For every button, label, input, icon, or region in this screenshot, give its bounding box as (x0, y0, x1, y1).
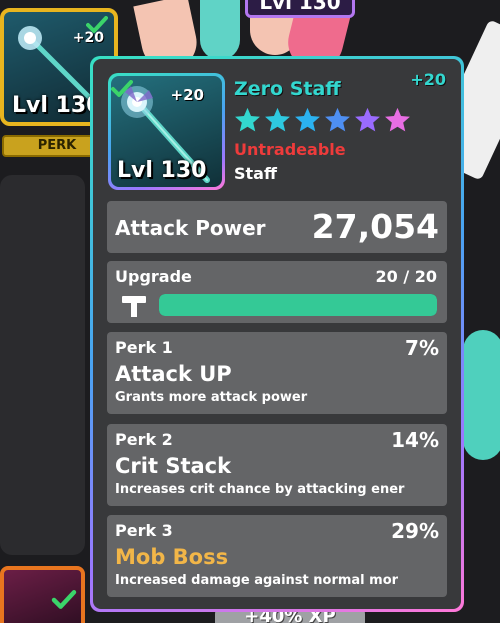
attack-power-value: 27,054 (311, 207, 439, 246)
item-icon-frame: +20 Lvl 130 (108, 73, 225, 190)
item-name: Zero Staff (234, 78, 341, 100)
perk-card: Perk 1 7% Attack UP Grants more attack p… (107, 332, 447, 414)
star-icon (325, 107, 350, 132)
item-tooltip-body: +20 Lvl 130 Zero Staff +20 Untradeable S… (93, 59, 461, 609)
perk-name: Mob Boss (115, 545, 229, 569)
background-slot-level: Lvl 130 (259, 0, 341, 14)
perk-description: Grants more attack power (115, 390, 308, 405)
upgrade-progress-text: 20 / 20 (375, 267, 437, 286)
star-icon (355, 107, 380, 132)
background-scenery (463, 330, 500, 460)
icon-level: Lvl 130 (117, 158, 207, 183)
star-icon (235, 107, 260, 132)
check-icon (51, 590, 77, 609)
upgrade-box: Upgrade 20 / 20 (107, 261, 447, 323)
check-icon (111, 80, 133, 97)
upgrade-progress-bar (159, 294, 437, 316)
icon-upgrade-badge: +20 (170, 86, 204, 104)
inventory-slot-bottom[interactable] (0, 566, 85, 623)
trade-status: Untradeable (234, 140, 346, 159)
star-icon (295, 107, 320, 132)
perk-card: Perk 3 29% Mob Boss Increased damage aga… (107, 515, 447, 597)
item-type: Staff (234, 164, 277, 183)
slot-upgrade-badge: +20 (72, 30, 104, 46)
slot-level: Lvl 130 (12, 93, 102, 118)
perk-name: Crit Stack (115, 454, 232, 478)
item-icon: +20 Lvl 130 (111, 76, 222, 187)
perk-name: Attack UP (115, 362, 232, 386)
hammer-icon (122, 296, 146, 317)
rarity-stars (233, 106, 412, 135)
perk-title: Perk 1 (115, 338, 173, 357)
background-item-slot-top[interactable]: Lvl 130 (245, 0, 355, 18)
perk-description: Increased damage against normal mor (115, 573, 399, 588)
perk-description: Increases crit chance by attacking ener (115, 482, 405, 497)
perk-title: Perk 2 (115, 430, 173, 449)
upgrade-progress-fill (159, 294, 437, 316)
background-scenery (0, 175, 85, 555)
item-tooltip: +20 Lvl 130 Zero Staff +20 Untradeable S… (90, 56, 464, 612)
star-icon (265, 107, 290, 132)
attack-power-box: Attack Power 27,054 (107, 201, 447, 253)
attack-power-label: Attack Power (115, 216, 266, 240)
perk-percent: 7% (405, 336, 439, 360)
background-character-ribbon (200, 0, 240, 60)
star-icon (385, 107, 410, 132)
upgrade-label: Upgrade (115, 267, 192, 286)
perk-percent: 29% (391, 519, 439, 543)
perk-title: Perk 3 (115, 521, 173, 540)
perk-card: Perk 2 14% Crit Stack Increases crit cha… (107, 424, 447, 506)
perk-percent: 14% (391, 428, 439, 452)
upgrade-badge: +20 (410, 70, 446, 89)
